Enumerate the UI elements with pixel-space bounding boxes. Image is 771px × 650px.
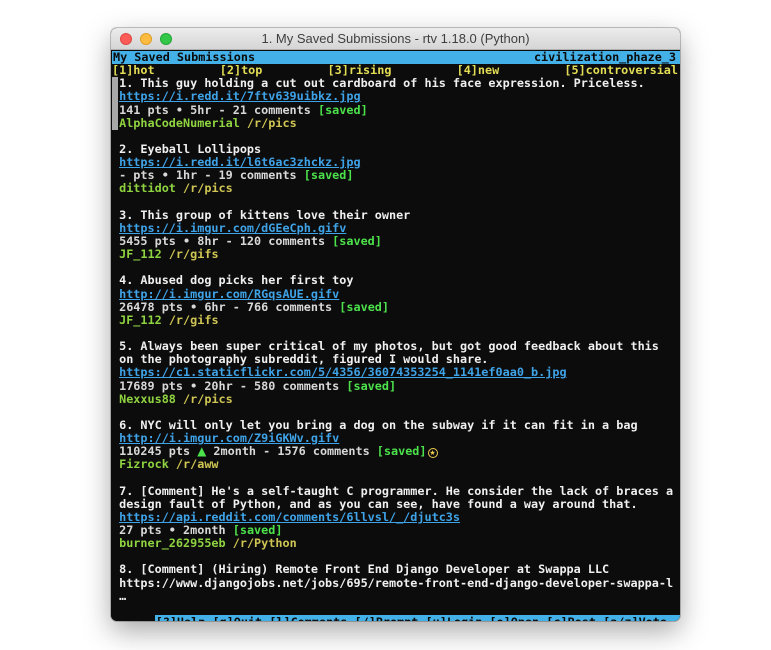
saved-badge: [saved] — [233, 524, 283, 537]
saved-badge: [saved] — [346, 380, 396, 393]
submission-byline: AlphaCodeNumerial /r/pics — [119, 117, 680, 130]
submission-title-line: 4. Abused dog picks her first toy — [119, 274, 680, 287]
tab-new[interactable]: [4]new — [457, 64, 500, 77]
minimize-button[interactable] — [140, 33, 152, 45]
submission-stats: 27 pts • 2month [saved] — [119, 524, 680, 537]
saved-badge: [saved] — [377, 445, 427, 458]
submission-url[interactable]: https://i.redd.it/7ftv639uibkz.jpg — [119, 90, 680, 103]
upvote-arrow-icon: ▲ — [197, 445, 206, 458]
submission-title-line: 6. NYC will only let you bring a dog on … — [119, 419, 680, 432]
submission-title-line: … — [119, 590, 680, 603]
submission-item[interactable]: 4. Abused dog picks her first toyhttp://… — [112, 274, 680, 327]
saved-badge: [saved] — [332, 235, 382, 248]
submission-title-line: 2. Eyeball Lollipops — [119, 143, 680, 156]
submission-title-line: 1. This guy holding a cut out cardboard … — [119, 77, 680, 90]
submission-stats: 141 pts • 5hr - 21 comments [saved] — [119, 104, 680, 117]
submission-byline: burner_262955eb /r/Python — [119, 537, 680, 550]
submission-item[interactable]: 6. NYC will only let you bring a dog on … — [112, 419, 680, 472]
tab-top[interactable]: [2]top — [220, 64, 263, 77]
submission-author: burner_262955eb — [119, 537, 226, 550]
saved-badge: [saved] — [339, 301, 389, 314]
submission-byline: Fizrock /r/aww — [119, 458, 680, 471]
submission-title-line: design fault of Python, and as you can s… — [119, 498, 680, 511]
tab-rising[interactable]: [3]rising — [328, 64, 392, 77]
submission-title-line: on the photography subreddit, figured I … — [119, 353, 680, 366]
submission-url[interactable]: http://i.imgur.com/RGqsAUE.gifv — [119, 288, 680, 301]
submission-stats: 5455 pts • 8hr - 120 comments [saved] — [119, 235, 680, 248]
stats-text: 141 pts • 5hr - 21 comments — [119, 104, 318, 117]
submission-item[interactable]: 3. This group of kittens love their owne… — [112, 209, 680, 262]
sort-tabs: [1]hot [2]top [3]rising [4]new [5]controvers… — [112, 64, 680, 77]
submission-stats: - pts • 1hr - 19 comments [saved] — [119, 169, 680, 182]
submission-stats: 26478 pts • 6hr - 766 comments [saved] — [119, 301, 680, 314]
submission-stats: 110245 pts ▲ 2month - 1576 comments [sav… — [119, 445, 680, 458]
submission-author: JF_112 — [119, 314, 162, 327]
status-bar-row: [?]Help [q]Quit [l]Comments [/]Prompt [u… — [112, 602, 680, 617]
submission-byline: JF_112 /r/gifs — [119, 314, 680, 327]
submission-author: AlphaCodeNumerial — [119, 117, 240, 130]
submission-url[interactable]: https://i.imgur.com/dGEeCph.gifv — [119, 222, 680, 235]
submission-subreddit: /r/aww — [176, 458, 219, 471]
traffic-lights — [120, 33, 172, 45]
submission-author: Fizrock — [119, 458, 169, 471]
submission-title-line: 8. [Comment] (Hiring) Remote Front End D… — [119, 563, 680, 576]
submission-byline: dittidot /r/pics — [119, 182, 680, 195]
status-bar: [?]Help [q]Quit [l]Comments [/]Prompt [u… — [155, 615, 680, 621]
stats-text: 27 pts • 2month — [119, 524, 233, 537]
submission-subreddit: /r/pics — [247, 117, 297, 130]
submission-author: JF_112 — [119, 248, 162, 261]
saved-badge: [saved] — [304, 169, 354, 182]
submission-subreddit: /r/pics — [183, 182, 233, 195]
submission-subreddit: /r/gifs — [169, 314, 219, 327]
submission-item[interactable]: 1. This guy holding a cut out cardboard … — [112, 77, 680, 130]
submission-url[interactable]: https://api.reddit.com/comments/6llvsl/_… — [119, 511, 680, 524]
submission-subreddit: /r/pics — [183, 393, 233, 406]
stats-text: 5455 pts • 8hr - 120 comments — [119, 235, 332, 248]
gilded-star-icon: ★ — [428, 448, 438, 458]
submission-url[interactable]: http://i.imgur.com/Z9iGKWv.gifv — [119, 432, 680, 445]
submission-byline: JF_112 /r/gifs — [119, 248, 680, 261]
submission-author: dittidot — [119, 182, 176, 195]
submission-title-line: https://www.djangojobs.net/jobs/695/remo… — [119, 577, 680, 590]
submission-item[interactable]: 2. Eyeball Lollipopshttps://i.redd.it/l6… — [112, 143, 680, 196]
tab-controversial[interactable]: [5]controversial — [564, 64, 678, 77]
submission-url[interactable]: https://i.redd.it/l6t6ac3zhckz.jpg — [119, 156, 680, 169]
submission-subreddit: /r/gifs — [169, 248, 219, 261]
close-button[interactable] — [120, 33, 132, 45]
stats-text: - pts • 1hr - 19 comments — [119, 169, 304, 182]
submission-list: 1. This guy holding a cut out cardboard … — [112, 77, 680, 604]
saved-badge: [saved] — [318, 104, 368, 117]
submission-author: Nexxus88 — [119, 393, 176, 406]
tab-hot[interactable]: [1]hot — [112, 64, 155, 77]
terminal-content: My Saved Submissions civilization_phaze_… — [111, 50, 680, 620]
stats-text: 26478 pts • 6hr - 766 comments — [119, 301, 339, 314]
submission-title-line: 5. Always been super critical of my phot… — [119, 340, 680, 353]
submission-item[interactable]: 7. [Comment] He's a self-taught C progra… — [112, 485, 680, 551]
submission-item[interactable]: 8. [Comment] (Hiring) Remote Front End D… — [112, 563, 680, 602]
submission-title-line: 3. This group of kittens love their owne… — [119, 209, 680, 222]
stats-text: 2month - 1576 comments — [206, 445, 376, 458]
submission-item[interactable]: 5. Always been super critical of my phot… — [112, 340, 680, 406]
terminal-window: 1. My Saved Submissions - rtv 1.18.0 (Py… — [111, 28, 680, 621]
stats-text: 110245 pts — [119, 445, 197, 458]
submission-title-line: 7. [Comment] He's a self-taught C progra… — [119, 485, 680, 498]
submission-url[interactable]: https://c1.staticflickr.com/5/4356/36074… — [119, 366, 680, 379]
window-titlebar[interactable]: 1. My Saved Submissions - rtv 1.18.0 (Py… — [111, 28, 680, 50]
window-title: 1. My Saved Submissions - rtv 1.18.0 (Py… — [111, 28, 680, 49]
submission-stats: 17689 pts • 20hr - 580 comments [saved] — [119, 380, 680, 393]
submission-subreddit: /r/Python — [233, 537, 297, 550]
submission-byline: Nexxus88 /r/pics — [119, 393, 680, 406]
zoom-button[interactable] — [160, 33, 172, 45]
stats-text: 17689 pts • 20hr - 580 comments — [119, 380, 346, 393]
